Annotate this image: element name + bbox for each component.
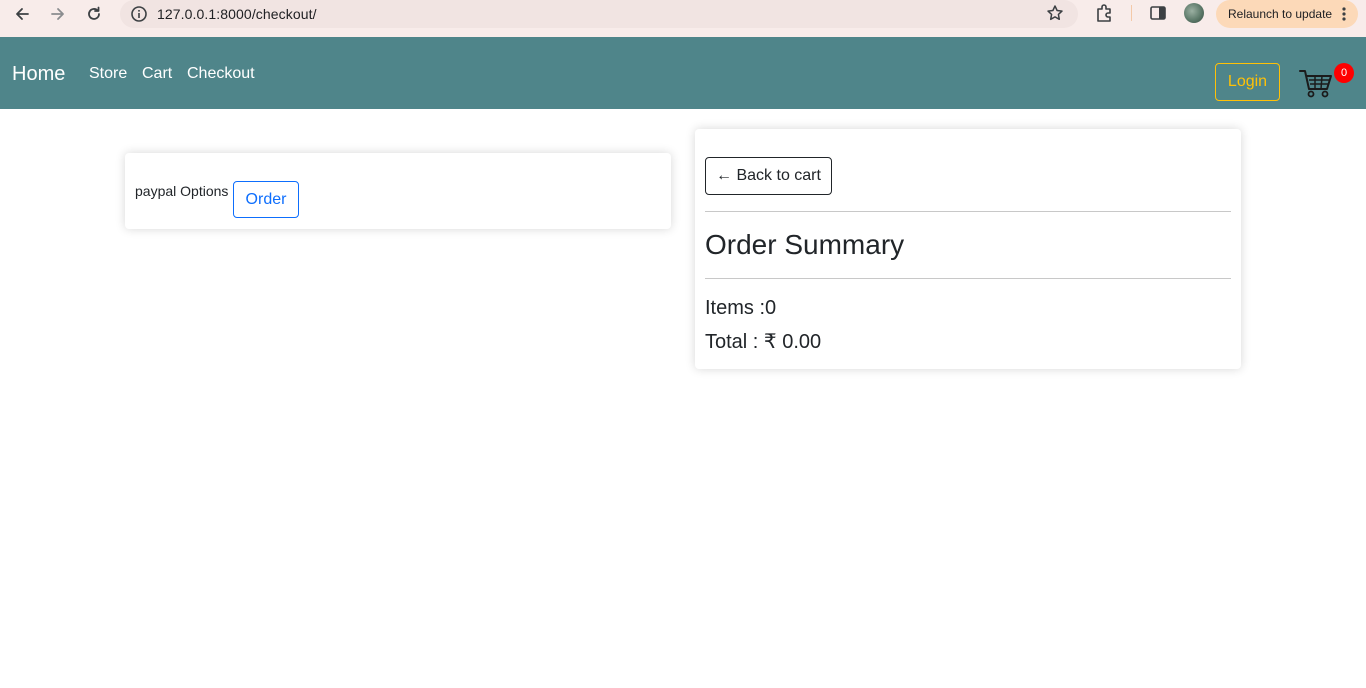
divider xyxy=(705,278,1231,279)
relaunch-button[interactable]: Relaunch to update xyxy=(1216,0,1358,28)
cart-icon[interactable] xyxy=(1298,67,1334,99)
brand-home-link[interactable]: Home xyxy=(12,63,65,86)
profile-avatar[interactable] xyxy=(1184,3,1204,23)
divider xyxy=(705,211,1231,212)
back-arrow-icon[interactable] xyxy=(8,3,36,25)
nav-link-cart[interactable]: Cart xyxy=(142,65,172,83)
back-to-cart-button[interactable]: ← Back to cart xyxy=(705,157,832,195)
address-bar[interactable]: 127.0.0.1:8000/checkout/ xyxy=(120,0,1078,28)
more-vert-icon[interactable] xyxy=(1342,6,1346,22)
order-button[interactable]: Order xyxy=(233,181,299,218)
order-total: Total : ₹ 0.00 xyxy=(705,331,822,353)
reload-icon[interactable] xyxy=(80,3,108,25)
login-button[interactable]: Login xyxy=(1215,63,1280,101)
paypal-options-label: paypal Options xyxy=(135,183,229,199)
nav-link-store[interactable]: Store xyxy=(89,65,127,83)
cart-count-badge: 0 xyxy=(1334,63,1354,83)
items-count: Items :0 xyxy=(705,297,777,319)
toolbar-divider xyxy=(1131,5,1132,21)
nav-link-checkout[interactable]: Checkout xyxy=(187,65,255,83)
order-summary-title: Order Summary xyxy=(705,229,905,260)
url-text: 127.0.0.1:8000/checkout/ xyxy=(157,6,317,22)
site-info-icon[interactable] xyxy=(130,5,148,23)
forward-arrow-icon[interactable] xyxy=(44,3,72,25)
browser-toolbar: 127.0.0.1:8000/checkout/ Relaunch to upd… xyxy=(0,0,1366,37)
site-navbar: Home Store Cart Checkout Login 0 xyxy=(0,37,1366,109)
side-panel-icon[interactable] xyxy=(1149,4,1167,22)
relaunch-label: Relaunch to update xyxy=(1228,7,1333,21)
bookmark-star-icon[interactable] xyxy=(1046,4,1064,22)
payment-card: paypal Options Order xyxy=(125,153,671,229)
extensions-icon[interactable] xyxy=(1094,3,1116,23)
order-summary-card: ← Back to cart Order Summary Items :0 To… xyxy=(695,129,1241,369)
